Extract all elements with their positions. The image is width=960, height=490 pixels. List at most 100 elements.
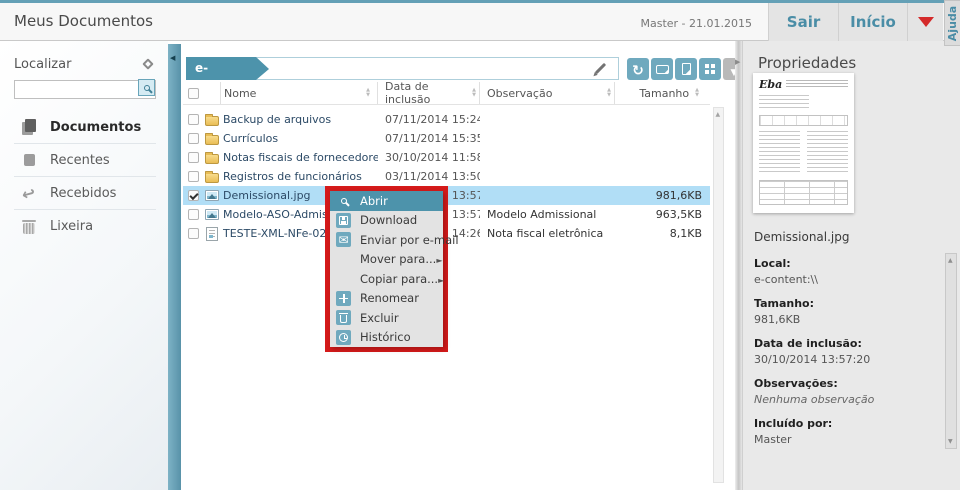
- document-preview: Eba: [753, 73, 854, 213]
- selected-file-name: Demissional.jpg: [754, 230, 850, 244]
- sidebar-item-label: Recebidos: [50, 186, 116, 201]
- row-checkbox[interactable]: [188, 228, 199, 239]
- sidebar-item-icon-wrap: [16, 154, 42, 166]
- row-checkbox[interactable]: [188, 133, 199, 144]
- column-header-tamanho[interactable]: Tamanho: [615, 82, 710, 104]
- property-value: Nenhuma observação: [754, 393, 939, 406]
- sidebar-item-recentes[interactable]: Recentes: [14, 144, 156, 177]
- dropdown-menu-button[interactable]: [907, 3, 943, 41]
- file-date: 30/10/2014 11:58:11: [378, 151, 480, 164]
- search-input[interactable]: [14, 80, 156, 99]
- sidebar-item-recebidos[interactable]: Recebidos: [14, 177, 156, 210]
- menu-item-label: Mover para...: [360, 252, 436, 266]
- image-file-icon: [205, 190, 219, 201]
- properties-title: Propriedades: [758, 54, 856, 72]
- file-date: 07/11/2014 15:24:15: [378, 113, 480, 126]
- menu-item-excluir[interactable]: Excluir: [330, 308, 443, 328]
- row-checkbox-cell: [183, 152, 203, 163]
- preview-table: [759, 180, 848, 205]
- localizar-row: Localizar: [14, 55, 156, 73]
- row-checkbox[interactable]: [188, 209, 199, 220]
- preview-logo: Eba: [759, 80, 782, 89]
- edit-pencil-icon[interactable]: [595, 63, 606, 74]
- documents-stack-icon: [25, 119, 36, 132]
- sort-arrows-icon: [607, 88, 611, 98]
- sort-arrows-icon: [695, 88, 699, 98]
- table-header: NomeData de inclusãoObservaçãoTamanho: [183, 82, 710, 105]
- menu-item-label: Enviar por e-mail: [360, 233, 459, 247]
- row-checkbox[interactable]: [188, 190, 199, 201]
- refresh-icon: [632, 60, 644, 79]
- preview-lines: [759, 95, 809, 110]
- sidebar-item-icon-wrap: [16, 119, 42, 135]
- properties-scrollbar[interactable]: [945, 253, 957, 449]
- preview-header: Eba: [759, 80, 848, 89]
- property-label: Local:: [754, 257, 939, 270]
- property-value: Master: [754, 433, 939, 446]
- folder-icon: [205, 116, 219, 126]
- property-value: e-content:\\: [754, 273, 939, 286]
- menu-item-mover-para[interactable]: Mover para...: [330, 250, 443, 270]
- row-checkbox-cell: [183, 228, 203, 239]
- file-size: 963,5KB: [615, 208, 710, 221]
- row-checkbox[interactable]: [188, 114, 199, 125]
- menu-item-enviar-por-e-mail[interactable]: Enviar por e-mail: [330, 230, 443, 250]
- panel-divider[interactable]: [735, 41, 742, 490]
- table-row[interactable]: Backup de arquivos07/11/2014 15:24:15: [183, 110, 710, 129]
- sidebar-item-icon-wrap: [16, 184, 42, 203]
- menu-item-copiar-para[interactable]: Copiar para...: [330, 269, 443, 289]
- column-header-observacao[interactable]: Observação: [480, 82, 615, 104]
- column-header-data-de-inclusao[interactable]: Data de inclusão: [378, 82, 480, 104]
- preview-lines: [759, 131, 800, 175]
- recent-file-icon: [24, 154, 35, 166]
- sidebar-item-documentos[interactable]: Documentos: [14, 111, 156, 144]
- submenu-arrow-icon: [436, 252, 447, 266]
- menu-item-renomear[interactable]: Renomear: [330, 289, 443, 309]
- property-value: 30/10/2014 13:57:20: [754, 353, 939, 366]
- menu-icon-box: [336, 213, 351, 228]
- column-header-nome[interactable]: Nome: [220, 82, 378, 104]
- menu-item-historico[interactable]: Histórico: [330, 328, 443, 348]
- logout-button[interactable]: Sair: [768, 3, 838, 41]
- toolbar-button-refresh-icon[interactable]: [627, 58, 649, 80]
- row-icon-cell: [203, 209, 220, 220]
- sort-arrows-icon: [472, 88, 476, 98]
- file-name: Currículos: [220, 132, 378, 145]
- header-checkbox-cell: [183, 88, 203, 99]
- sidebar-item-icon-wrap: [16, 220, 42, 234]
- help-tab[interactable]: Ajuda: [944, 0, 960, 46]
- home-button[interactable]: Início: [838, 3, 907, 41]
- menu-item-label: Excluir: [360, 311, 443, 325]
- save-disk-icon: [339, 216, 348, 225]
- breadcrumb-chip[interactable]: e-content: [186, 57, 256, 80]
- table-row[interactable]: Registros de funcionários03/11/2014 13:5…: [183, 167, 710, 186]
- property-field-tamanho: Tamanho:981,6KB: [754, 297, 939, 326]
- toolbar-button-grid-view-icon[interactable]: [699, 58, 721, 80]
- row-icon-cell: [203, 114, 220, 126]
- property-label: Observações:: [754, 377, 939, 390]
- menu-item-label: Download: [360, 213, 443, 227]
- table-scrollbar[interactable]: [713, 107, 724, 483]
- diamond-clear-icon[interactable]: [142, 58, 153, 69]
- folder-icon: [205, 173, 219, 183]
- table-row[interactable]: Notas fiscais de fornecedores30/10/2014 …: [183, 148, 710, 167]
- menu-item-abrir[interactable]: Abrir: [330, 191, 443, 211]
- sidebar-collapse-bar[interactable]: [168, 44, 181, 490]
- preview-lines: [807, 131, 848, 175]
- toolbar-button-page-arrow-icon[interactable]: [675, 58, 697, 80]
- properties-panel: Propriedades Eba Demissional.jpg Local: e…: [742, 41, 960, 490]
- file-name: Notas fiscais de fornecedores: [220, 151, 378, 164]
- row-checkbox[interactable]: [188, 171, 199, 182]
- menu-item-download[interactable]: Download: [330, 211, 443, 231]
- row-checkbox[interactable]: [188, 152, 199, 163]
- context-menu: Abrir Download Enviar por e-mail Mover para…: [330, 191, 443, 347]
- menu-icon-box: [336, 232, 351, 247]
- sidebar-item-lixeira[interactable]: Lixeira: [14, 210, 156, 243]
- table-row[interactable]: Currículos07/11/2014 15:35:15: [183, 129, 710, 148]
- folder-icon: [205, 154, 219, 164]
- toolbar-button-rectangle-arrow-icon[interactable]: [651, 58, 673, 80]
- search-button[interactable]: [138, 79, 155, 96]
- select-all-checkbox[interactable]: [188, 88, 199, 99]
- menu-icon-box: [336, 310, 351, 325]
- row-icon-cell: [203, 152, 220, 164]
